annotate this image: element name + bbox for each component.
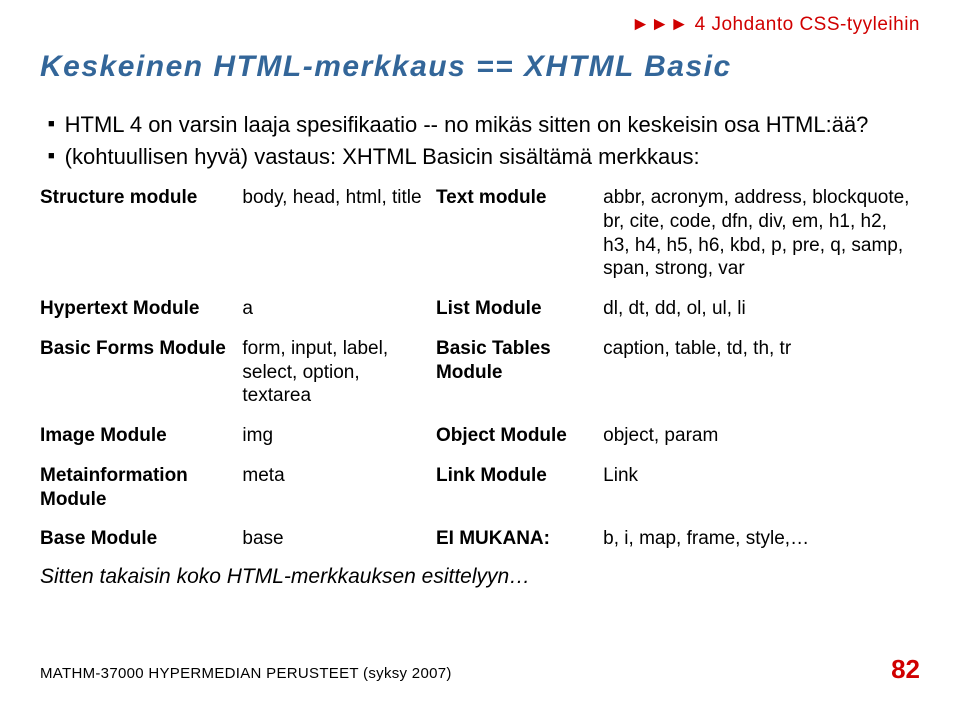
module-name: Image Module	[40, 418, 242, 458]
chapter-marker: ►►► 4 Johdanto CSS-tyyleihin	[631, 14, 920, 36]
module-value: base	[242, 521, 436, 561]
module-name: Basic Forms Module	[40, 331, 242, 418]
module-name: Text module	[436, 180, 603, 291]
module-name: Link Module	[436, 458, 603, 522]
module-value: object, param	[603, 418, 920, 458]
module-name: Structure module	[40, 180, 242, 291]
module-name: Object Module	[436, 418, 603, 458]
table-row: Base Module base EI MUKANA: b, i, map, f…	[40, 521, 920, 561]
course-code: MATHM-37000 HYPERMEDIAN PERUSTEET (syksy…	[40, 665, 452, 682]
module-name: List Module	[436, 291, 603, 331]
bullet-item: (kohtuullisen hyvä) vastaus: XHTML Basic…	[50, 144, 920, 170]
table-row: Basic Forms Module form, input, label, s…	[40, 331, 920, 418]
module-value: caption, table, td, th, tr	[603, 331, 920, 418]
closing-note: Sitten takaisin koko HTML-merkkauksen es…	[40, 565, 920, 589]
module-value: abbr, acronym, address, blockquote, br, …	[603, 180, 920, 291]
page: ►►► 4 Johdanto CSS-tyyleihin Keskeinen H…	[0, 0, 960, 701]
module-name: Metainformation Module	[40, 458, 242, 522]
module-name: EI MUKANA:	[436, 521, 603, 561]
table-row: Metainformation Module meta Link Module …	[40, 458, 920, 522]
module-value: b, i, map, frame, style,…	[603, 521, 920, 561]
footer: MATHM-37000 HYPERMEDIAN PERUSTEET (syksy…	[40, 654, 920, 685]
module-name: Hypertext Module	[40, 291, 242, 331]
module-value: img	[242, 418, 436, 458]
table-row: Structure module body, head, html, title…	[40, 180, 920, 291]
module-value: body, head, html, title	[242, 180, 436, 291]
modules-table: Structure module body, head, html, title…	[40, 180, 920, 561]
page-title: Keskeinen HTML-merkkaus == XHTML Basic	[40, 50, 920, 84]
module-value: meta	[242, 458, 436, 522]
module-value: a	[242, 291, 436, 331]
module-value: Link	[603, 458, 920, 522]
page-number: 82	[891, 654, 920, 685]
bullet-list: HTML 4 on varsin laaja spesifikaatio -- …	[40, 112, 920, 170]
module-name: Base Module	[40, 521, 242, 561]
table-row: Hypertext Module a List Module dl, dt, d…	[40, 291, 920, 331]
table-row: Image Module img Object Module object, p…	[40, 418, 920, 458]
module-name: Basic Tables Module	[436, 331, 603, 418]
module-value: dl, dt, dd, ol, ul, li	[603, 291, 920, 331]
bullet-item: HTML 4 on varsin laaja spesifikaatio -- …	[50, 112, 920, 138]
module-value: form, input, label, select, option, text…	[242, 331, 436, 418]
